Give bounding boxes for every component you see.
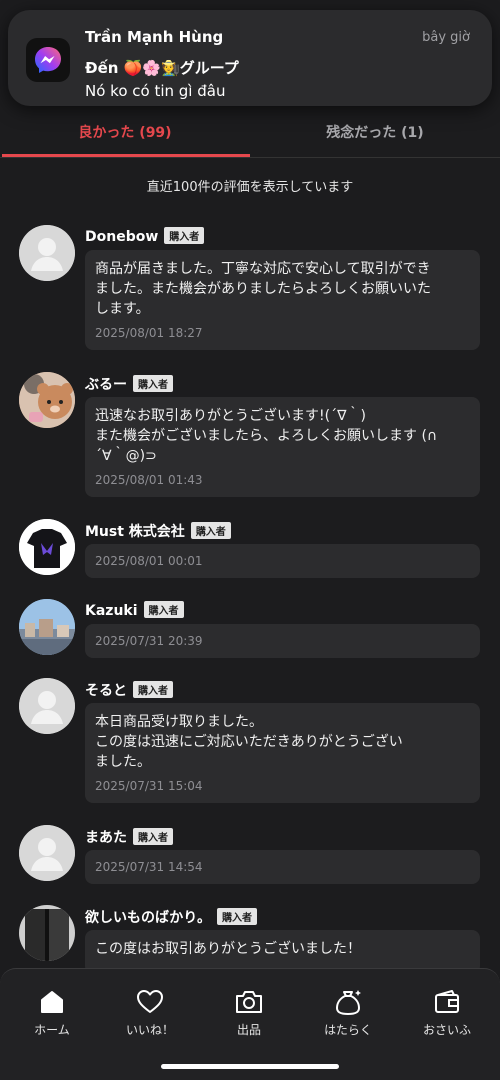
review-date: 2025/08/01 18:27 [95,326,203,340]
money-bag-icon [298,987,398,1017]
review-bubble: 本日商品受け取りました。 この度は迅速にご対応いただきありがとうござい ました。… [85,703,480,803]
heart-icon [100,987,200,1017]
reviewer-name-text: 欲しいものばかり。 [85,910,211,926]
buyer-badge: 購入者 [143,601,184,618]
nav-label: 出品 [236,1023,261,1037]
default-avatar-icon[interactable] [19,225,75,281]
tab-bad[interactable]: 残念だった (1) [250,106,500,158]
reviewer-name[interactable]: 欲しいものばかり。 購入者 [85,907,257,927]
home-icon [2,987,102,1017]
reviewer-name[interactable]: まあた 購入者 [85,827,173,847]
reviewer-name-text: Donebow [85,229,159,245]
active-tab-indicator [2,154,250,157]
buyer-badge: 購入者 [133,828,173,845]
review-count-notice: 直近100件の評価を表示しています [146,180,354,195]
nav-sell[interactable]: 出品 [199,987,299,1038]
buyer-badge: 購入者 [133,681,173,698]
review-bubble: 2025/07/31 14:54 [85,850,480,884]
notification-group-prefix: Đến [85,59,119,77]
review-date: 2025/07/31 15:04 [95,779,203,793]
camera-icon [199,987,299,1017]
reviewer-name-text: そると [85,683,127,699]
review-date: 2025/08/01 01:43 [95,473,203,487]
review-text: この度はお取引ありがとうございました！ [95,941,361,957]
nav-likes[interactable]: いいね！ [100,987,200,1038]
teddy-bear-avatar[interactable] [19,372,75,428]
reviewer-name-text: ぶるー [85,377,127,393]
nav-label: はたらく [324,1023,372,1037]
dark-curtain-avatar[interactable] [19,905,75,961]
nav-label: ホーム [34,1023,70,1037]
nav-wallet[interactable]: おさいふ [397,987,497,1038]
review-date: 2025/07/31 20:39 [95,634,203,648]
notification-group-emoji: 🍑🌸🧑‍🌾 [123,59,180,77]
notification-sender: Trần Mạnh Hùng [85,28,224,46]
review-bubble: 迅速なお取引ありがとうございます!(´∇｀) また機会がございましたら、よろしく… [85,397,480,497]
notification-banner[interactable]: Trần Mạnh Hùng bây giờ Đến 🍑🌸🧑‍🌾グループ Nó … [8,10,492,106]
notification-group: Đến 🍑🌸🧑‍🌾グループ [85,57,239,78]
nav-home[interactable]: ホーム [2,987,102,1038]
review-text: 商品が届きました。丁寧な対応で安心して取引ができ ました。また機会がありましたら… [95,261,431,317]
reviewer-name[interactable]: Donebow 購入者 [85,227,205,245]
nav-label: いいね！ [125,1023,174,1037]
home-indicator[interactable] [161,1064,339,1069]
notification-time: bây giờ [422,30,470,45]
nav-work[interactable]: はたらく [298,987,398,1038]
cityscape-avatar[interactable] [19,599,75,655]
reviewer-name-text: まあた [85,830,127,846]
notification-group-suffix: グループ [179,59,239,77]
notification-message: Nó ko có tin gì đâu [85,82,226,100]
review-bubble: 商品が届きました。丁寧な対応で安心して取引ができ ました。また機会がありましたら… [85,250,480,350]
default-avatar-icon[interactable] [19,825,75,881]
reviewer-name-text: Must 株式会社 [85,524,185,540]
tshirt-avatar[interactable] [19,519,75,575]
review-date: 2025/07/31 14:54 [95,860,203,874]
reviewer-name[interactable]: Must 株式会社 購入者 [85,521,231,541]
review-text: 迅速なお取引ありがとうございます!(´∇｀) また機会がございましたら、よろしく… [95,408,438,464]
buyer-badge: 購入者 [190,522,231,539]
tab-good[interactable]: 良かった (99) [0,106,250,158]
messenger-icon [26,38,70,82]
rating-tabs: 良かった (99) 残念だった (1) [0,106,500,158]
reviewer-name[interactable]: ぶるー 購入者 [85,374,173,394]
wallet-icon [397,987,497,1017]
reviewer-name-text: Kazuki [85,603,138,619]
review-bubble: 2025/07/31 20:39 [85,624,480,658]
reviewer-name[interactable]: そると 購入者 [85,680,173,700]
review-bubble: 2025/08/01 00:01 [85,544,480,578]
buyer-badge: 購入者 [133,375,173,392]
reviewer-name[interactable]: Kazuki 購入者 [85,601,184,619]
review-date: 2025/08/01 00:01 [95,554,203,568]
nav-label: おさいふ [422,1023,471,1037]
review-text: 本日商品受け取りました。 この度は迅速にご対応いただきありがとうござい ました。 [95,714,403,770]
default-avatar-icon[interactable] [19,678,75,734]
buyer-badge: 購入者 [217,908,257,925]
buyer-badge: 購入者 [164,227,205,244]
